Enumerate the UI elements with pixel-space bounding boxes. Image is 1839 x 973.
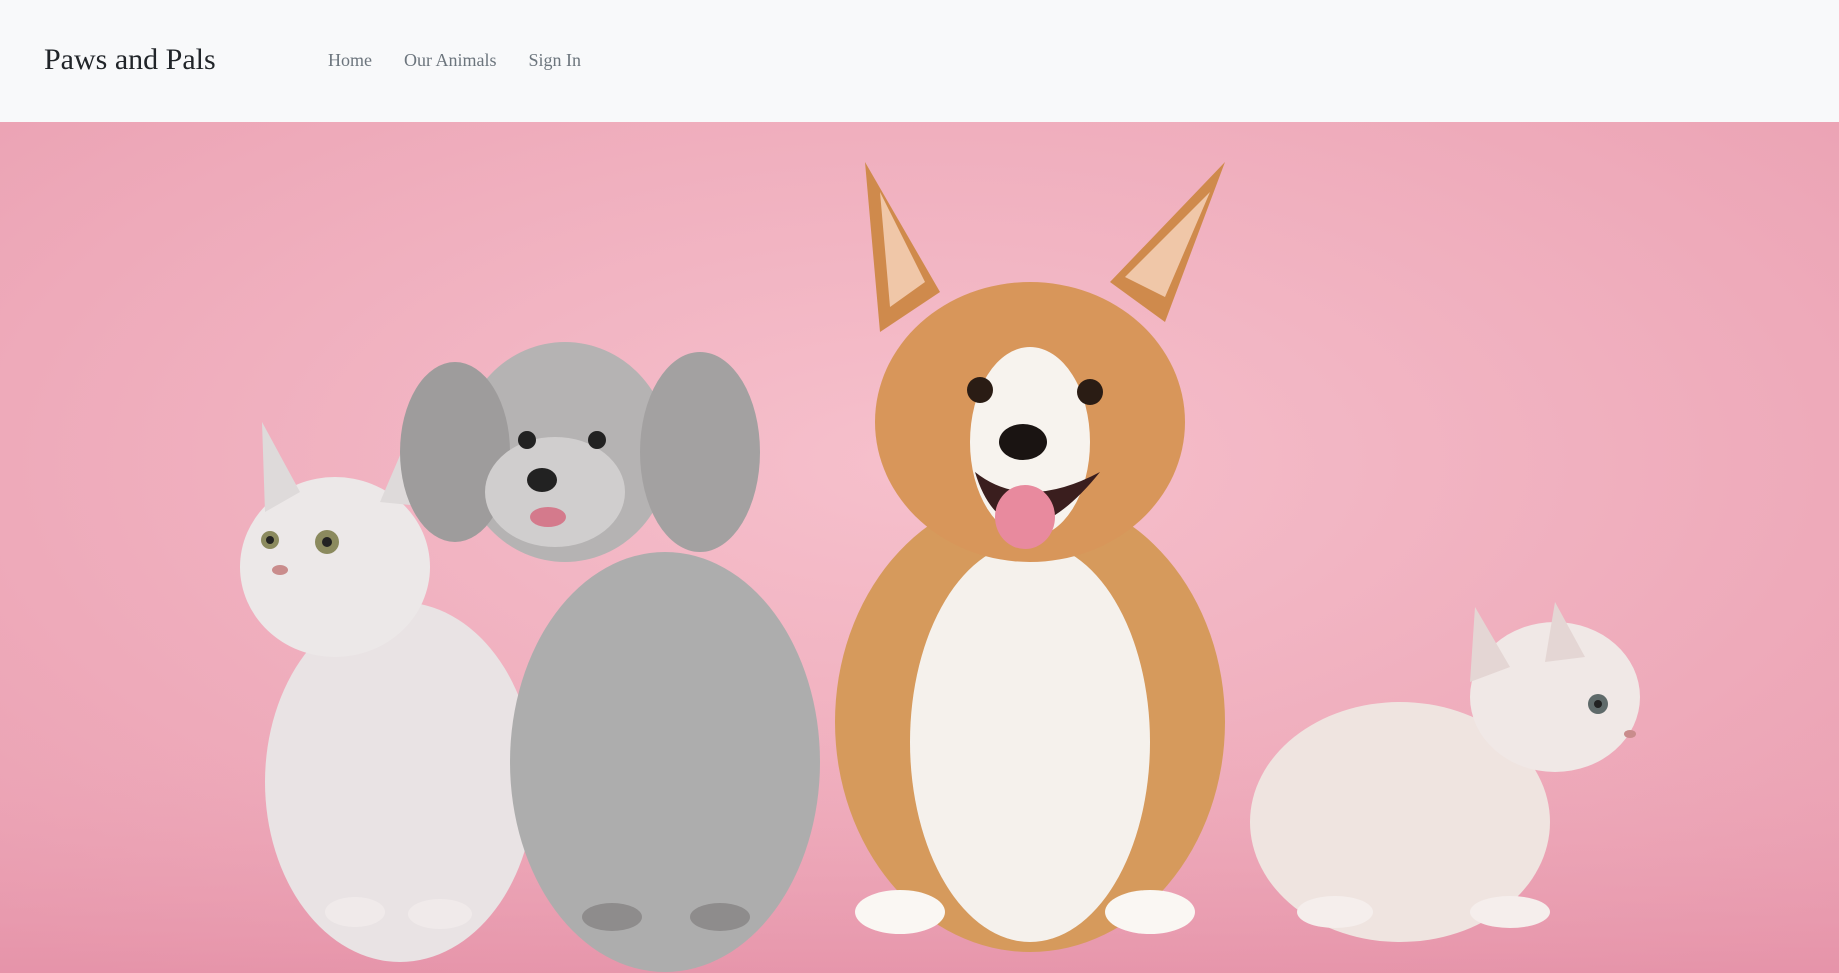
- navbar: Paws and Pals Home Our Animals Sign In: [0, 0, 1839, 122]
- brand-link[interactable]: Paws and Pals: [44, 42, 216, 78]
- nav-link-home[interactable]: Home: [328, 49, 372, 71]
- nav-link-sign-in[interactable]: Sign In: [529, 49, 582, 71]
- nav-links: Home Our Animals Sign In: [328, 49, 613, 71]
- hero-pets-photo: [0, 122, 1839, 973]
- nav-link-our-animals[interactable]: Our Animals: [404, 49, 497, 71]
- hero-section: [0, 122, 1839, 973]
